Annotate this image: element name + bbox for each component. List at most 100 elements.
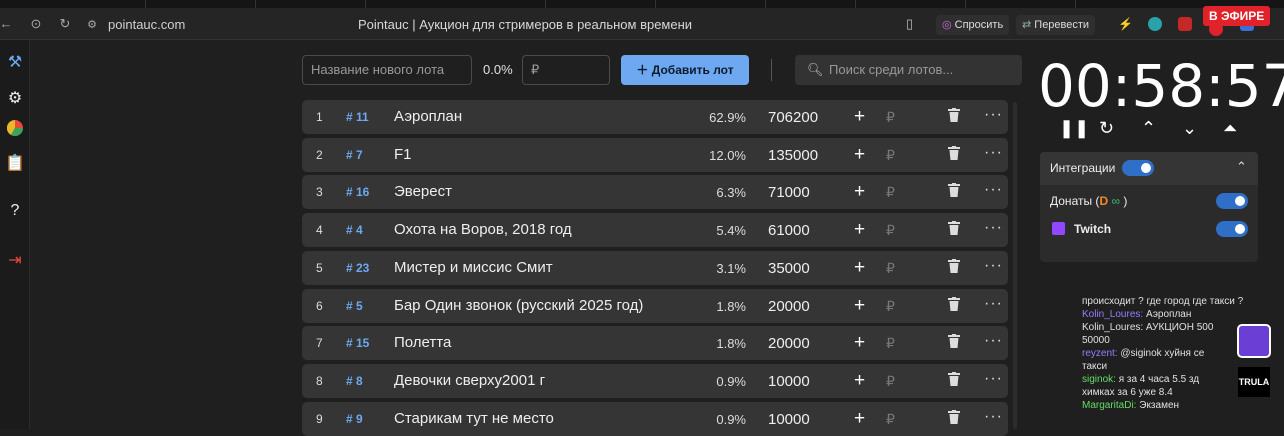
browser-tab-strip[interactable] [0,0,1284,8]
integrations-header[interactable]: Интеграции ⌃ [1040,152,1258,185]
site-info-icon[interactable]: ⚙ [84,18,100,31]
delete-trash-icon[interactable] [948,108,960,125]
lot-name[interactable]: Бар Один звонок (русский 2025 год) [394,297,643,314]
lot-row[interactable]: 8 # 8 Девочки сверху2001 г 0.9% 10000 + ₽ ··· [302,363,1008,398]
add-amount-icon[interactable]: + [854,370,865,392]
clipboard-icon[interactable]: 📋 [0,153,30,173]
lot-id[interactable]: # 9 [346,412,363,426]
url-text[interactable]: pointauc.com [108,17,185,32]
lot-id[interactable]: # 11 [346,110,369,124]
delete-trash-icon[interactable] [948,258,960,276]
extension-icon[interactable] [1148,17,1162,31]
auction-gavel-icon[interactable]: ⚒ [0,52,30,72]
lot-id[interactable]: # 23 [346,261,369,275]
currency-icon[interactable]: ₽ [886,411,895,428]
integrations-toggle[interactable] [1122,160,1154,176]
lot-amount[interactable]: 20000 [768,298,810,315]
lot-name[interactable]: Девочки сверху2001 г [394,372,545,389]
add-amount-icon[interactable]: + [854,181,865,203]
lot-row[interactable]: 3 # 16 Эверест 6.3% 71000 + ₽ ··· [302,175,1008,210]
add-amount-icon[interactable]: + [854,332,865,354]
more-options-icon[interactable]: ··· [984,144,1003,162]
home-icon[interactable]: ⊙ [28,16,44,32]
lot-id[interactable]: # 5 [346,299,363,313]
amount-input[interactable]: ₽ [522,55,610,85]
more-options-icon[interactable]: ··· [984,219,1003,237]
double-chevron-up-icon[interactable]: ⏶ [1223,118,1237,139]
lot-name[interactable]: Мистер и миссис Смит [394,259,553,276]
add-amount-icon[interactable]: + [854,257,865,279]
lot-row[interactable]: 5 # 23 Мистер и миссис Смит 3.1% 35000 + ₽ ··· [302,250,1008,285]
bookmark-icon[interactable]: ▯ [906,16,913,32]
browser-tab[interactable] [146,0,256,8]
currency-icon[interactable]: ₽ [886,109,895,126]
delete-trash-icon[interactable] [948,334,960,351]
more-options-icon[interactable]: ··· [984,332,1003,350]
more-options-icon[interactable]: ··· [984,181,1003,199]
pause-icon[interactable]: ❚❚ [1059,118,1089,139]
reload-icon[interactable]: ↻ [57,16,73,32]
more-options-icon[interactable]: ··· [984,370,1003,388]
currency-icon[interactable]: ₽ [886,147,895,164]
lot-row[interactable]: 7 # 15 Полетта 1.8% 20000 + ₽ ··· [302,326,1008,361]
extension-icon[interactable] [1178,17,1192,31]
lot-row[interactable]: 6 # 5 Бар Один звонок (русский 2025 год) 1.… [302,288,1008,323]
chevron-down-icon[interactable]: ⌄ [1182,118,1197,139]
lot-id[interactable]: # 8 [346,374,363,388]
lot-id[interactable]: # 16 [346,185,369,199]
lot-row[interactable]: 1 # 11 Аэроплан 62.9% 706200 + ₽ ··· [302,100,1008,134]
add-amount-icon[interactable]: + [854,106,865,128]
lot-name[interactable]: Эверест [394,183,452,200]
chevron-up-icon[interactable]: ⌃ [1141,118,1156,139]
lot-name[interactable]: Охота на Воров, 2018 год [394,221,572,238]
browser-tab[interactable] [766,0,856,8]
lot-amount[interactable]: 10000 [768,373,810,390]
lot-amount[interactable]: 135000 [768,147,818,164]
lot-amount[interactable]: 35000 [768,260,810,277]
add-amount-icon[interactable]: + [854,219,865,241]
lot-row[interactable]: 9 # 9 Старикам тут не место 0.9% 10000 + ₽ ··· [302,401,1008,436]
lot-amount[interactable]: 61000 [768,222,810,239]
browser-tab[interactable] [856,0,966,8]
donations-toggle[interactable] [1216,193,1248,209]
lot-amount[interactable]: 20000 [768,335,810,352]
lot-name[interactable]: Аэроплан [394,108,462,125]
browser-tab[interactable] [656,0,766,8]
delete-trash-icon[interactable] [948,409,960,427]
browser-tab[interactable] [546,0,656,8]
lot-amount[interactable]: 706200 [768,109,818,126]
settings-gear-icon[interactable]: ⚙ [0,88,30,108]
twitch-toggle[interactable] [1216,221,1248,237]
browser-tab[interactable] [256,0,366,8]
more-options-icon[interactable]: ··· [984,106,1003,124]
reset-icon[interactable]: ↻ [1099,118,1114,139]
lot-name[interactable]: Полетта [394,334,451,351]
more-options-icon[interactable]: ··· [984,295,1003,313]
wheel-pie-icon[interactable] [0,119,30,141]
lot-amount[interactable]: 71000 [768,184,810,201]
chevron-up-icon[interactable]: ⌃ [1236,159,1247,175]
add-amount-icon[interactable]: + [854,144,865,166]
browser-tab[interactable] [966,0,1076,8]
search-input[interactable]: 🔍︎ Поиск среди лотов... [795,55,1022,85]
delete-trash-icon[interactable] [948,145,960,163]
currency-icon[interactable]: ₽ [886,335,895,352]
lot-row[interactable]: 2 # 7 F1 12.0% 135000 + ₽ ··· [302,137,1008,172]
add-lot-button[interactable]: ＋ Добавить лот [621,55,749,85]
delete-trash-icon[interactable] [948,183,960,200]
lot-name[interactable]: F1 [394,146,412,163]
browser-tab[interactable] [366,0,546,8]
add-amount-icon[interactable]: + [854,295,865,317]
add-amount-icon[interactable]: + [854,408,865,430]
delete-trash-icon[interactable] [948,221,960,238]
currency-icon[interactable]: ₽ [886,298,895,315]
currency-icon[interactable]: ₽ [886,260,895,277]
scrollbar[interactable] [1013,102,1017,429]
delete-trash-icon[interactable] [948,371,960,389]
lot-id[interactable]: # 15 [346,336,369,350]
ask-button[interactable]: ◎ Спросить [936,15,1010,35]
currency-icon[interactable]: ₽ [886,222,895,239]
lot-id[interactable]: # 4 [346,223,363,237]
more-options-icon[interactable]: ··· [984,257,1003,275]
lot-name[interactable]: Старикам тут не место [394,410,554,427]
